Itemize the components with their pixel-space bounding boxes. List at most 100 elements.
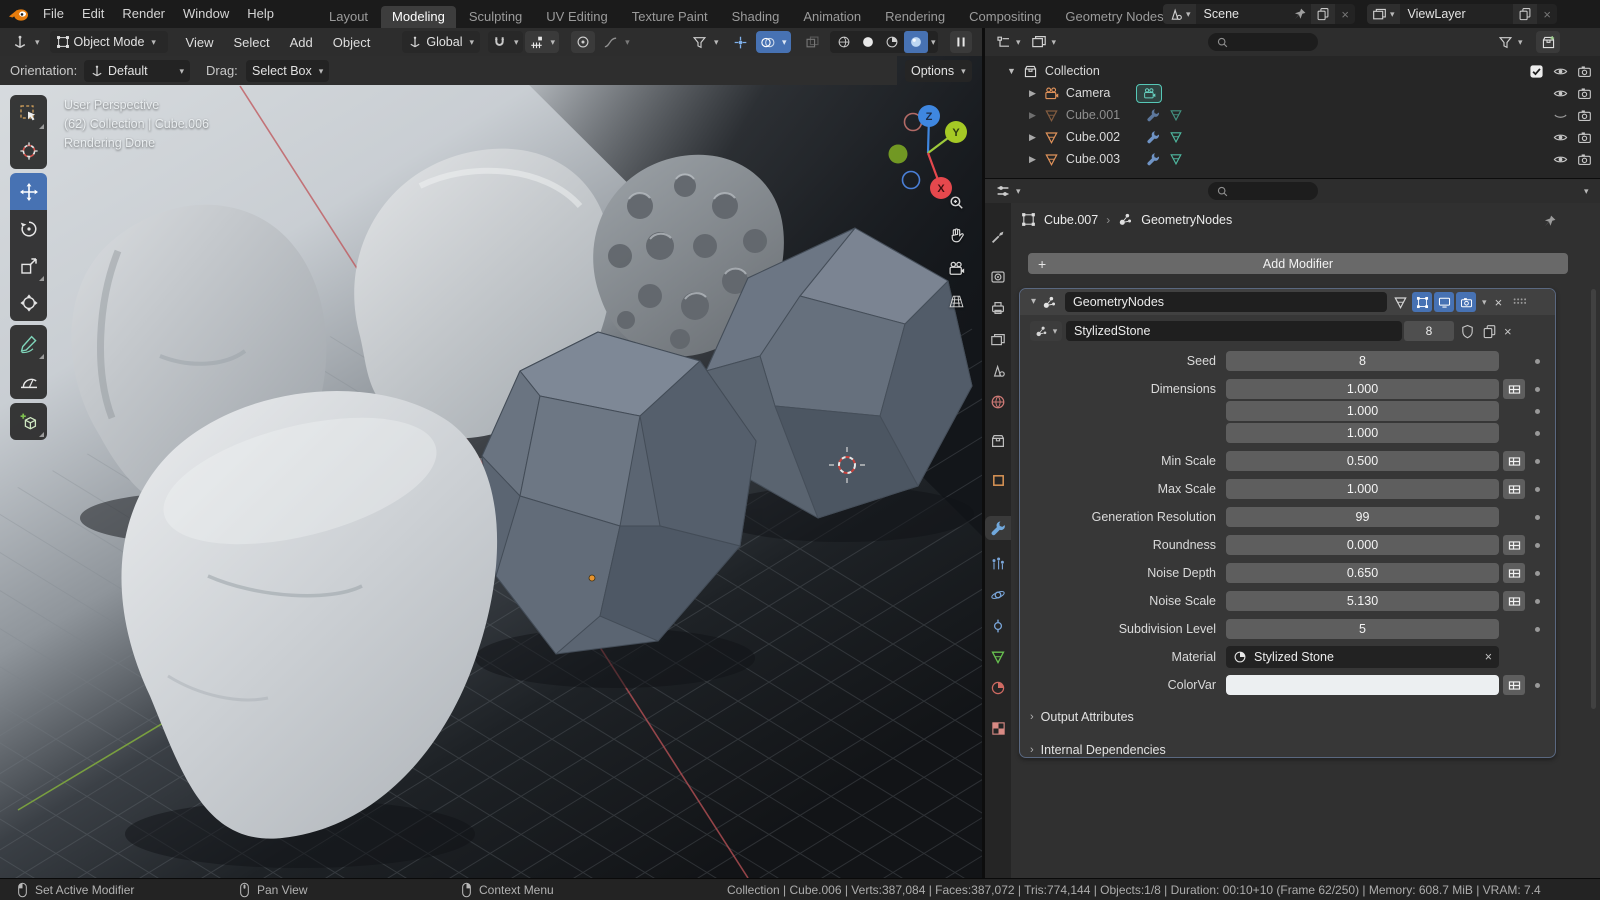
input-attribute-toggle[interactable] [1503,451,1525,471]
menu-render[interactable]: Render [113,0,174,28]
fake-user-shield-icon[interactable] [1460,324,1475,339]
snap-target-dropdown[interactable]: ▾ [525,31,560,53]
outliner-search-input[interactable] [1208,33,1318,51]
input-attribute-toggle[interactable] [1503,379,1525,399]
viewport-menu-view[interactable]: View [176,35,224,50]
workspace-tab-animation[interactable]: Animation [792,6,872,28]
decorator-dot[interactable] [1535,571,1540,576]
disclosure-closed-icon[interactable]: ▶ [1029,154,1036,165]
options-dropdown[interactable]: Options ▾ [905,60,972,82]
workspace-tab-sculpting[interactable]: Sculpting [458,6,533,28]
param-value-slider[interactable]: 0.500 [1226,451,1499,471]
outliner-row-cube-002[interactable]: ▶ Cube.002 [985,126,1600,148]
viewport-menu-select[interactable]: Select [223,35,279,50]
pin-icon[interactable] [1293,7,1307,21]
object-name[interactable]: Cube.001 [1066,108,1120,122]
unlink-icon[interactable]: × [1504,324,1512,339]
tab-object[interactable] [985,468,1011,492]
new-viewlayer-button[interactable] [1513,4,1537,24]
perspective-toggle-button[interactable] [944,289,968,313]
new-collection-button[interactable] [1536,31,1560,53]
tool-add-cube[interactable] [10,403,47,440]
decorator-dot[interactable] [1535,359,1540,364]
param-value-slider[interactable]: 5 [1226,619,1499,639]
object-name[interactable]: Cube.003 [1066,152,1120,166]
workspace-tab-layout[interactable]: Layout [318,6,379,28]
unlink-scene-icon[interactable]: × [1335,7,1355,22]
param-value-slider[interactable]: 1.000 [1226,423,1499,443]
proportional-editing-toggle[interactable] [571,31,595,53]
workspace-tab-modeling[interactable]: Modeling [381,6,456,28]
decorator-dot[interactable] [1535,431,1540,436]
tab-output[interactable] [985,296,1011,320]
collection-name[interactable]: Collection [1045,64,1100,78]
menu-edit[interactable]: Edit [73,0,113,28]
shading-wireframe-button[interactable] [832,31,856,53]
tab-world[interactable] [985,390,1011,414]
outliner-editor-type-button[interactable]: ▾ [995,34,1021,50]
decorator-dot[interactable] [1535,459,1540,464]
display-realtime-toggle[interactable] [1434,292,1454,312]
duplicate-icon[interactable] [1482,324,1497,339]
tab-render[interactable] [985,265,1011,289]
workspace-tab-compositing[interactable]: Compositing [958,6,1052,28]
param-value-slider[interactable]: 8 [1226,351,1499,371]
eye-icon[interactable] [1553,130,1568,145]
colorvar-swatch[interactable] [1226,675,1499,695]
disclosure-closed-icon[interactable]: ▶ [1029,110,1036,121]
eye-closed-icon[interactable] [1553,108,1568,123]
tab-texture[interactable] [985,716,1011,740]
workspace-tab-geometry-nodes[interactable]: Geometry Nodes [1054,6,1174,28]
remove-material-icon[interactable]: × [1485,650,1492,664]
tab-constraints[interactable] [985,614,1011,638]
menu-help[interactable]: Help [238,0,283,28]
tool-rotate[interactable] [10,210,47,247]
input-attribute-toggle[interactable] [1503,675,1525,695]
camera-restrict-icon[interactable] [1577,130,1592,145]
param-value-slider[interactable]: 1.000 [1226,479,1499,499]
eye-icon[interactable] [1553,64,1568,79]
new-scene-button[interactable] [1311,4,1335,24]
tool-move[interactable] [10,173,47,210]
tab-collection[interactable] [985,429,1011,453]
shading-material-button[interactable] [880,31,904,53]
gizmos-toggle[interactable] [728,31,752,53]
param-value-slider[interactable]: 0.650 [1226,563,1499,583]
outliner-row-cube-001[interactable]: ▶ Cube.001 [985,104,1600,126]
pin-id-icon[interactable] [1543,214,1557,228]
tool-scale[interactable] [10,247,47,284]
input-attribute-toggle[interactable] [1503,535,1525,555]
browse-node-group-button[interactable]: ▾ [1030,321,1062,341]
orientation-dropdown[interactable]: Default ▾ [84,60,190,82]
on-cage-toggle-icon[interactable] [1393,295,1408,310]
viewlayer-name[interactable]: ViewLayer [1400,7,1514,21]
zoom-button[interactable] [944,190,968,214]
pan-button[interactable] [944,223,968,247]
decorator-dot[interactable] [1535,627,1540,632]
breadcrumb-object[interactable]: Cube.007 [1044,213,1098,227]
object-visibility-dropdown[interactable]: ▾ [688,31,723,53]
shading-solid-button[interactable] [856,31,880,53]
tab-view-layer[interactable] [985,328,1011,352]
delete-modifier-icon[interactable]: × [1495,295,1503,310]
tool-measure[interactable] [10,362,47,399]
tab-particles[interactable] [985,552,1011,576]
scene-selector[interactable]: ▾ Scene × [1163,4,1355,24]
workspace-tab-shading[interactable]: Shading [721,6,791,28]
tool-annotate[interactable] [10,325,47,362]
workspace-tab-texture-paint[interactable]: Texture Paint [621,6,719,28]
properties-options-chevron[interactable]: ▾ [1584,187,1589,196]
tab-object-data[interactable] [985,645,1011,669]
workspace-tab-rendering[interactable]: Rendering [874,6,956,28]
tab-physics[interactable] [985,583,1011,607]
material-field[interactable]: Stylized Stone × [1226,646,1499,668]
object-name[interactable]: Camera [1066,86,1110,100]
camera-restrict-icon[interactable] [1577,108,1592,123]
viewlayer-selector[interactable]: ▾ ViewLayer × [1367,4,1557,24]
users-count-button[interactable]: 8 [1404,321,1454,341]
display-edit-mode-toggle[interactable] [1412,292,1432,312]
tab-material[interactable] [985,676,1011,700]
tab-modifiers[interactable] [985,516,1011,540]
3d-viewport[interactable]: User Perspective (62) Collection | Cube.… [0,56,982,878]
outliner-row-collection[interactable]: ▼ Collection [985,60,1600,82]
